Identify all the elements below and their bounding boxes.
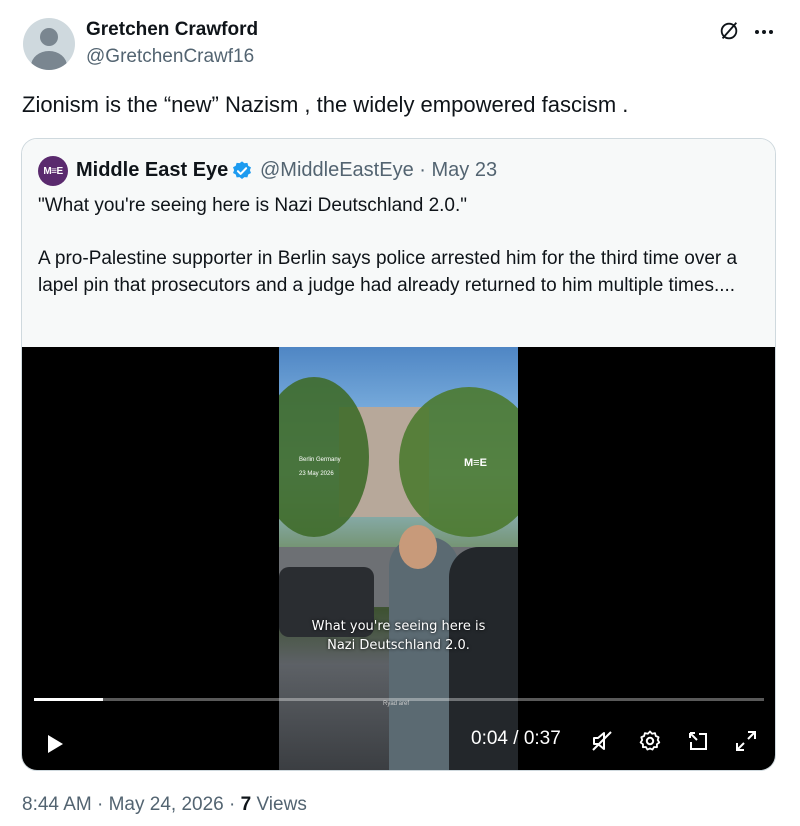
mute-icon[interactable] xyxy=(590,729,614,753)
video-time: 0:04 / 0:37 xyxy=(471,728,561,749)
video-frame: Berlin Germany 23 May 2026 M≡E What you'… xyxy=(279,347,518,770)
view-count: 7 xyxy=(240,794,252,815)
video-progress-fill xyxy=(34,698,104,701)
video-credit: Ryad aref xyxy=(383,701,410,707)
tweet-text: Zionism is the “new” Nazism , the widely… xyxy=(22,92,629,117)
subtitle-line-2: Nazi Deutschland 2.0. xyxy=(327,638,470,653)
quote-handle-date[interactable]: @MiddleEastEye · May 23 xyxy=(260,159,497,182)
quote-text: "What you're seeing here is Nazi Deutsch… xyxy=(38,195,738,296)
mee-watermark: M≡E xyxy=(464,457,487,469)
avatar[interactable] xyxy=(23,18,75,70)
subtitle-line-1: What you're seeing here is xyxy=(311,619,486,634)
author-handle[interactable]: @GretchenCrawf16 xyxy=(86,46,254,68)
location-line-1: Berlin Germany xyxy=(299,457,341,463)
more-horizontal-icon[interactable] xyxy=(752,20,776,44)
avatar-body-shape xyxy=(31,51,67,70)
views-label: Views xyxy=(251,794,307,815)
person-head xyxy=(399,525,437,569)
quote-author-name[interactable]: Middle East Eye xyxy=(76,159,228,182)
avatar-head-shape xyxy=(40,28,58,46)
video-location-tag: Berlin Germany 23 May 2026 xyxy=(299,453,341,481)
location-line-2: 23 May 2026 xyxy=(299,471,334,477)
play-icon[interactable] xyxy=(42,732,66,756)
quote-tweet-card[interactable]: M≡E Middle East Eye @MiddleEastEye · May… xyxy=(21,138,776,771)
verified-badge-icon xyxy=(233,161,251,179)
settings-gear-icon[interactable] xyxy=(638,729,662,753)
grok-slash-icon[interactable] xyxy=(718,20,740,42)
video-progress-bar[interactable] xyxy=(34,698,764,701)
video-player[interactable]: Berlin Germany 23 May 2026 M≡E What you'… xyxy=(22,347,775,770)
pip-icon[interactable] xyxy=(686,729,710,753)
mee-logo[interactable]: M≡E xyxy=(38,156,68,186)
tweet-meta: 8:44 AM · May 24, 2026 · 7 Views xyxy=(22,794,307,816)
tweet-timestamp[interactable]: 8:44 AM · May 24, 2026 · xyxy=(22,794,241,815)
fullscreen-icon[interactable] xyxy=(734,729,758,753)
quote-header-area: M≡E Middle East Eye @MiddleEastEye · May… xyxy=(22,139,775,347)
video-subtitle: What you're seeing here is Nazi Deutschl… xyxy=(279,617,518,655)
author-display-name[interactable]: Gretchen Crawford xyxy=(86,19,258,41)
